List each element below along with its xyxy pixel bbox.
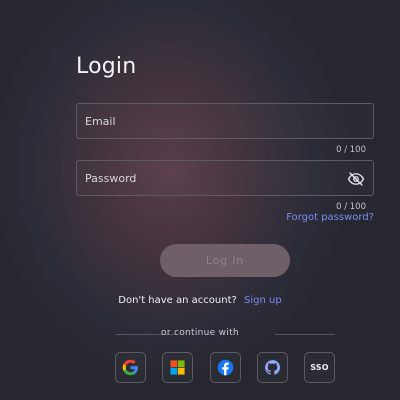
signup-row: Don't have an account? Sign up: [0, 295, 400, 306]
github-icon: [265, 360, 280, 375]
windows-icon: [170, 360, 185, 375]
signup-link[interactable]: Sign up: [244, 295, 282, 306]
password-input[interactable]: [77, 161, 373, 195]
eye-off-icon[interactable]: [347, 170, 365, 188]
google-icon: [122, 359, 138, 376]
facebook-login-button[interactable]: [210, 352, 241, 383]
divider-right: [275, 334, 335, 335]
signup-prompt: Don't have an account?: [118, 295, 237, 306]
divider-text: or continue with: [161, 328, 239, 338]
password-field-container: [76, 160, 374, 196]
github-login-button[interactable]: [257, 352, 288, 383]
google-login-button[interactable]: [115, 352, 146, 383]
login-page: Login 0 / 100 0 / 100 Forgot password? L…: [0, 0, 400, 400]
password-char-counter: 0 / 100: [336, 202, 366, 212]
email-field-container: [76, 103, 374, 139]
sso-label: SSO: [310, 363, 329, 372]
email-char-counter: 0 / 100: [336, 145, 366, 155]
forgot-password-link[interactable]: Forgot password?: [286, 212, 374, 223]
login-button[interactable]: Log In: [160, 244, 290, 277]
sso-login-button[interactable]: SSO: [304, 352, 335, 383]
page-title: Login: [76, 54, 137, 79]
email-input[interactable]: [77, 104, 373, 138]
windows-login-button[interactable]: [162, 352, 193, 383]
facebook-icon: [217, 359, 234, 376]
social-login-row: SSO: [0, 352, 400, 384]
